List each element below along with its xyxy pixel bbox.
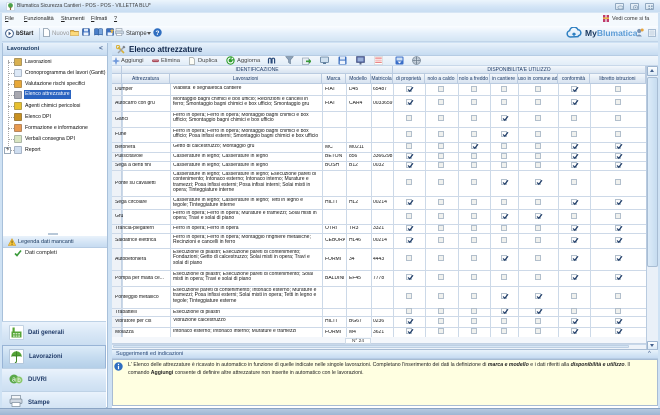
svg-text:a: a	[12, 377, 16, 384]
svg-text:?: ?	[156, 30, 160, 37]
